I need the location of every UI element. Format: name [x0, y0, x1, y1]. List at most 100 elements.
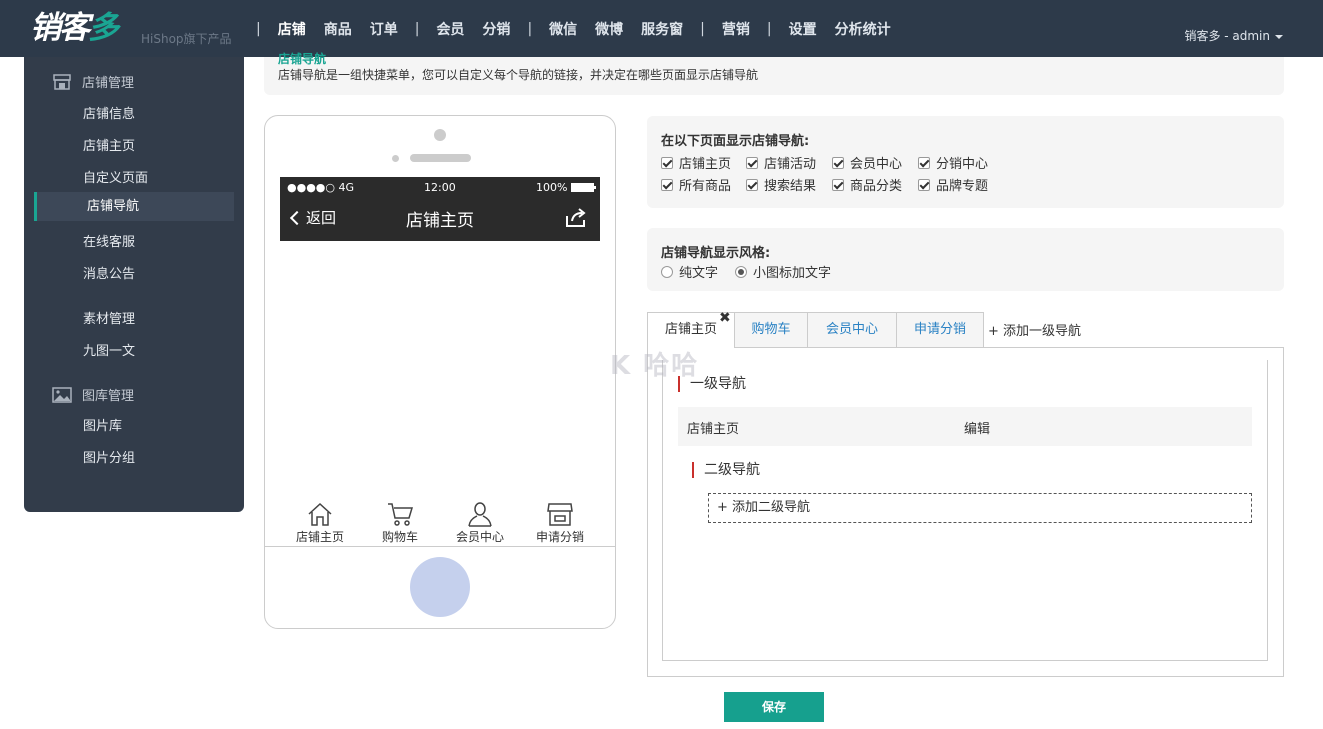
phone-divider — [265, 546, 615, 547]
screen-title: 店铺主页 — [406, 211, 474, 231]
sidebar-group-gallery: 图库管理 — [52, 385, 134, 404]
phone-tab-label: 申请分销 — [535, 530, 584, 544]
share-icon[interactable] — [565, 208, 587, 228]
radio-label: 纯文字 — [679, 266, 719, 281]
checkbox-label: 分销中心 — [936, 157, 989, 172]
checkbox-checked[interactable] — [918, 156, 930, 169]
checkbox-all-products[interactable]: 所有商品 — [661, 175, 731, 194]
sidebar-item-store-home[interactable]: 店铺主页 — [83, 135, 135, 154]
save-button[interactable]: 保存 — [724, 692, 824, 722]
nav-item-orders[interactable]: 订单 — [370, 19, 398, 39]
nav-item-service-window[interactable]: 服务窗 — [641, 19, 683, 39]
style-panel-title: 店铺导航显示风格: — [661, 246, 771, 261]
table-row: 店铺主页 编辑 — [678, 407, 1252, 446]
add-level2-nav-button[interactable]: + 添加二级导航 — [708, 493, 1252, 523]
watermark: K 哈哈 — [610, 351, 700, 381]
sidebar: 店铺管理 店铺信息 店铺主页 自定义页面 店铺导航 在线客服 消息公告 素材管理… — [24, 57, 244, 512]
add-level1-nav-button[interactable]: + 添加一级导航 — [988, 320, 1081, 339]
home-icon — [308, 502, 332, 526]
close-icon[interactable]: ✖ — [719, 311, 731, 325]
radio-icon-text[interactable]: 小图标加文字 — [735, 262, 831, 281]
brand-subtitle: HiShop旗下产品 — [141, 32, 232, 46]
radio-label: 小图标加文字 — [753, 266, 832, 281]
clock: 12:00 — [424, 181, 456, 194]
checkbox-label: 品牌专题 — [936, 179, 989, 194]
checkbox-distribution-center[interactable]: 分销中心 — [918, 153, 988, 172]
sidebar-item-materials[interactable]: 素材管理 — [83, 308, 135, 327]
user-name: 销客多 - admin — [1184, 29, 1270, 43]
page-header: 店铺导航 店铺导航是一组快捷菜单，您可以自定义每个导航的链接，并决定在哪些页面显… — [264, 52, 1284, 95]
brand-logo[interactable]: 销客多 — [30, 8, 119, 48]
nav-tab-cart[interactable]: 购物车 — [734, 312, 808, 347]
checkbox-checked[interactable] — [746, 178, 758, 191]
main-nav: | 店铺 商品 订单 | 会员 分销 | 微信 微博 服务窗 | 营销 | 设置… — [248, 0, 900, 57]
nav-item-store[interactable]: 店铺 — [278, 19, 306, 39]
checkbox-checked[interactable] — [661, 178, 673, 191]
nav-item-wechat[interactable]: 微信 — [549, 19, 577, 39]
phone-tab-cart[interactable]: 购物车 — [360, 496, 440, 545]
sidebar-item-announcement[interactable]: 消息公告 — [83, 263, 135, 282]
checkbox-search-results[interactable]: 搜索结果 — [746, 175, 816, 194]
checkbox-checked[interactable] — [746, 156, 758, 169]
phone-speaker — [410, 154, 471, 162]
radio-text-only[interactable]: 纯文字 — [661, 262, 718, 281]
nav-item-marketing[interactable]: 营销 — [722, 19, 750, 39]
sidebar-item-nine-images[interactable]: 九图一文 — [83, 340, 135, 359]
nav-separator: | — [700, 20, 705, 37]
sidebar-item-custom-page[interactable]: 自定义页面 — [83, 167, 148, 186]
phone-sensor — [392, 155, 399, 162]
store-icon — [53, 73, 71, 90]
radio-button[interactable] — [661, 265, 673, 278]
page-title: 店铺导航 — [278, 52, 327, 66]
phone-tab-member[interactable]: 会员中心 — [440, 496, 520, 545]
checkbox-checked[interactable] — [832, 156, 844, 169]
checkbox-checked[interactable] — [661, 156, 673, 169]
nav-tab-apply-distribution[interactable]: 申请分销 — [896, 312, 984, 347]
nav-item-analytics[interactable]: 分析统计 — [835, 19, 891, 39]
phone-tab-apply-distribution[interactable]: 申请分销 — [520, 496, 600, 545]
phone-screen-header: ●●●●○ 4G 12:00 100% 返回 店铺主页 — [280, 177, 600, 241]
edit-link[interactable]: 编辑 — [964, 418, 990, 437]
checkbox-label: 所有商品 — [679, 179, 732, 194]
checkbox-label: 搜索结果 — [764, 179, 817, 194]
nav-separator: | — [527, 20, 533, 37]
checkbox-store-home[interactable]: 店铺主页 — [661, 153, 731, 172]
checkbox-label: 店铺主页 — [679, 157, 732, 172]
phone-tabbar: 店铺主页 购物车 会员中心 申请分销 — [280, 496, 600, 546]
sidebar-item-store-info[interactable]: 店铺信息 — [83, 103, 135, 122]
checkbox-member-center[interactable]: 会员中心 — [832, 153, 902, 172]
nav-item-weibo[interactable]: 微博 — [595, 19, 623, 39]
checkbox-label: 商品分类 — [850, 179, 903, 194]
signal-status: ●●●●○ 4G — [287, 181, 355, 194]
checkbox-product-category[interactable]: 商品分类 — [832, 175, 902, 194]
checkbox-checked[interactable] — [832, 178, 844, 191]
sidebar-item-image-groups[interactable]: 图片分组 — [83, 447, 135, 466]
checkbox-label: 会员中心 — [850, 157, 903, 172]
phone-tab-label: 店铺主页 — [295, 530, 344, 544]
checkbox-store-activity[interactable]: 店铺活动 — [746, 153, 816, 172]
top-navbar: 销客多 HiShop旗下产品 | 店铺 商品 订单 | 会员 分销 | 微信 微… — [0, 0, 1323, 57]
nav-separator: | — [414, 20, 420, 37]
nav-tab-member-center[interactable]: 会员中心 — [807, 312, 897, 347]
user-menu[interactable]: 销客多 - admin — [1184, 27, 1283, 44]
battery-percent: 100% — [536, 181, 568, 194]
level2-nav-heading: 二级导航 — [692, 462, 760, 478]
nav-item-settings[interactable]: 设置 — [789, 19, 817, 39]
style-panel: 店铺导航显示风格: 纯文字 小图标加文字 — [647, 228, 1284, 291]
radio-button-selected[interactable] — [735, 265, 747, 278]
user-icon — [468, 502, 492, 527]
pages-panel-title: 在以下页面显示店铺导航: — [661, 134, 810, 149]
nav-item-products[interactable]: 商品 — [324, 19, 352, 39]
image-icon — [52, 386, 72, 403]
phone-tab-label: 购物车 — [381, 530, 418, 544]
sidebar-item-image-library[interactable]: 图片库 — [83, 415, 122, 434]
sidebar-item-online-service[interactable]: 在线客服 — [83, 231, 135, 250]
checkbox-checked[interactable] — [918, 178, 930, 191]
sidebar-item-store-nav[interactable]: 店铺导航 — [34, 192, 234, 221]
nav-item-members[interactable]: 会员 — [436, 19, 464, 39]
phone-home-button[interactable] — [410, 557, 470, 617]
nav-item-distribution[interactable]: 分销 — [482, 19, 510, 39]
nav-separator: | — [766, 20, 772, 37]
checkbox-brand-topic[interactable]: 品牌专题 — [918, 175, 988, 194]
phone-tab-home[interactable]: 店铺主页 — [280, 496, 360, 545]
